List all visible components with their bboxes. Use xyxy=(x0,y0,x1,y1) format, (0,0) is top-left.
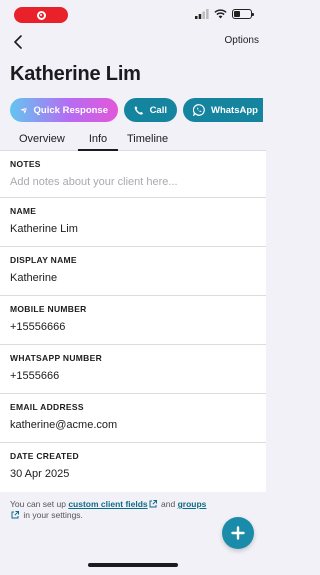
add-button[interactable] xyxy=(222,517,254,549)
name-label: NAME xyxy=(10,206,37,216)
whatsapp-button[interactable]: WhatsApp xyxy=(183,98,263,122)
email-address-value: katherine@acme.com xyxy=(10,419,118,431)
external-link-icon xyxy=(11,511,19,519)
display-name-value: Katherine xyxy=(10,272,58,284)
hint-text-before: You can set up xyxy=(10,499,66,509)
mobile-number-value: +15556666 xyxy=(10,321,66,333)
call-label: Call xyxy=(149,104,167,116)
send-icon xyxy=(20,106,28,114)
plus-icon xyxy=(231,526,245,540)
options-button[interactable]: Options xyxy=(225,35,259,46)
groups-link[interactable]: groups xyxy=(178,499,207,509)
tab-overview[interactable]: Overview xyxy=(19,133,65,151)
whatsapp-number-field: WHATSAPP NUMBER +1555666 xyxy=(0,345,266,394)
signal-icon xyxy=(195,9,209,19)
date-created-field: DATE CREATED 30 Apr 2025 xyxy=(0,443,266,492)
status-bar xyxy=(0,0,266,30)
settings-hint: You can set up custom client fields and … xyxy=(10,499,210,521)
notes-input[interactable] xyxy=(10,176,250,188)
recording-icon xyxy=(36,10,46,20)
date-created-label: DATE CREATED xyxy=(10,451,79,461)
name-field: NAME Katherine Lim xyxy=(0,198,266,247)
navigation-bar: Options xyxy=(0,30,266,54)
whatsapp-number-value: +1555666 xyxy=(10,370,60,382)
battery-icon xyxy=(232,9,254,19)
whatsapp-number-label: WHATSAPP NUMBER xyxy=(10,353,103,363)
home-indicator[interactable] xyxy=(88,563,178,567)
hint-text-and: and xyxy=(161,499,176,509)
hint-text-after: in your settings. xyxy=(23,510,83,520)
phone-icon xyxy=(134,105,144,115)
mobile-number-label: MOBILE NUMBER xyxy=(10,304,87,314)
notes-field: NOTES xyxy=(0,151,266,198)
email-address-label: EMAIL ADDRESS xyxy=(10,402,84,412)
whatsapp-label: WhatsApp xyxy=(211,104,258,116)
tab-info[interactable]: Info xyxy=(78,133,118,151)
tab-timeline[interactable]: Timeline xyxy=(127,133,168,151)
email-address-field: EMAIL ADDRESS katherine@acme.com xyxy=(0,394,266,443)
tab-bar: Overview Info Timeline xyxy=(0,131,266,151)
battery-level xyxy=(234,11,240,17)
back-chevron-icon xyxy=(14,35,22,49)
whatsapp-icon xyxy=(193,104,205,116)
notes-label: NOTES xyxy=(10,159,41,169)
wifi-icon xyxy=(214,9,227,19)
display-name-field: DISPLAY NAME Katherine xyxy=(0,247,266,296)
client-info-list: NOTES NAME Katherine Lim DISPLAY NAME Ka… xyxy=(0,151,266,492)
client-name-title: Katherine Lim xyxy=(10,63,141,85)
name-value: Katherine Lim xyxy=(10,223,78,235)
quick-response-label: Quick Response xyxy=(33,104,108,116)
call-button[interactable]: Call xyxy=(124,98,177,122)
custom-client-fields-link[interactable]: custom client fields xyxy=(68,499,147,509)
status-icons xyxy=(195,9,254,19)
quick-response-button[interactable]: Quick Response xyxy=(10,98,118,122)
action-buttons: Quick Response Call WhatsApp xyxy=(10,98,263,122)
screen-recording-indicator[interactable] xyxy=(14,7,68,23)
external-link-icon xyxy=(149,500,157,508)
date-created-value: 30 Apr 2025 xyxy=(10,468,70,480)
mobile-number-field: MOBILE NUMBER +15556666 xyxy=(0,296,266,345)
display-name-label: DISPLAY NAME xyxy=(10,255,77,265)
back-button[interactable] xyxy=(8,32,28,52)
